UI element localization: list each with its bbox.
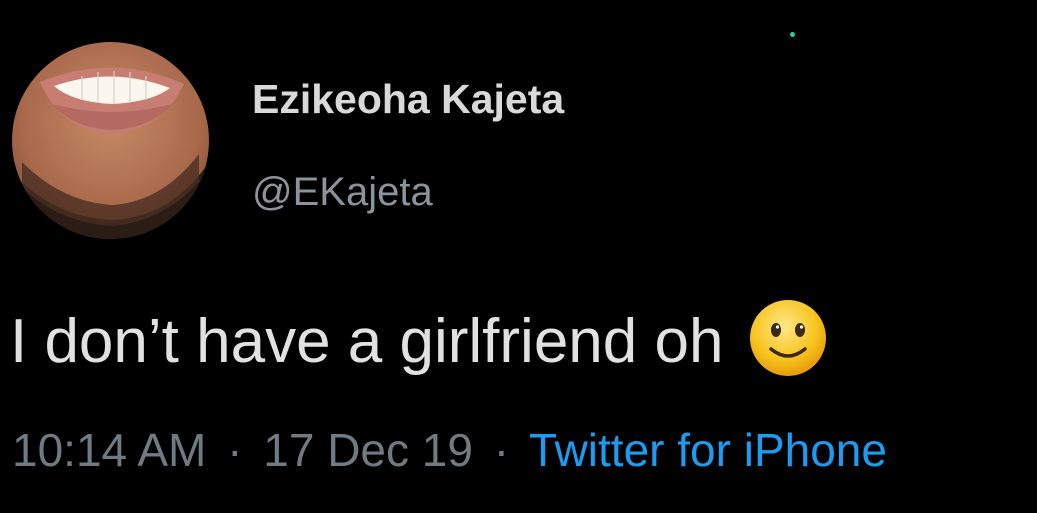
avatar-image — [12, 42, 209, 239]
tweet-meta: 10:14 AM · 17 Dec 19 · Twitter for iPhon… — [12, 423, 887, 477]
tweet-source-link[interactable]: Twitter for iPhone — [529, 424, 887, 476]
avatar[interactable] — [12, 42, 209, 239]
status-dot — [790, 32, 795, 37]
meta-separator: · — [227, 424, 243, 476]
tweet-card: Ezikeoha Kajeta @EKajeta I don’t have a … — [0, 0, 1037, 513]
tweet-time[interactable]: 10:14 AM — [12, 424, 206, 476]
display-name[interactable]: Ezikeoha Kajeta — [252, 76, 564, 123]
tweet-text-content: I don’t have a girlfriend oh — [10, 306, 724, 376]
slightly-smiling-face-icon — [747, 297, 829, 379]
tweet-date[interactable]: 17 Dec 19 — [263, 424, 473, 476]
meta-separator: · — [493, 424, 510, 476]
tweet-text: I don’t have a girlfriend oh — [10, 300, 829, 379]
user-handle[interactable]: @EKajeta — [252, 170, 433, 215]
